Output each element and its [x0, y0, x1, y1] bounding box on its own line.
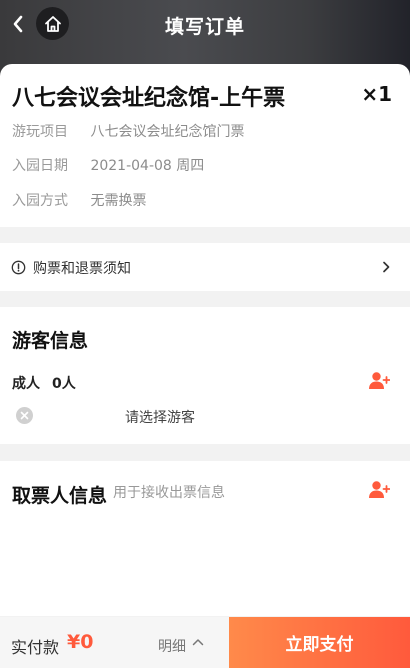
info-label: 入园日期: [12, 158, 68, 174]
picker-subtitle: 用于接收出票信息: [113, 485, 225, 501]
info-value: 八七会议会址纪念馆门票: [90, 124, 245, 140]
ticket-card: 八七会议会址纪念馆-上午票 ×1 游玩项目 八七会议会址纪念馆门票 入园日期 2…: [0, 64, 410, 227]
info-row-project: 游玩项目 八七会议会址纪念馆门票: [12, 121, 244, 141]
info-row-date: 入园日期 2021-04-08 周四: [12, 155, 204, 175]
visitor-info-section: 游客信息 成人 0人 请选择游客: [0, 307, 410, 444]
purchase-refund-notice[interactable]: 购票和退票须知: [0, 243, 410, 291]
ticket-quantity: ×1: [361, 82, 392, 106]
chevron-up-icon[interactable]: [192, 638, 204, 646]
info-value: 无需换票: [90, 193, 147, 209]
ticket-picker-section: 取票人信息 用于接收出票信息: [0, 461, 410, 616]
info-row-entry-method: 入园方式 无需换票: [12, 190, 146, 210]
notice-text: 购票和退票须知: [33, 261, 131, 277]
add-picker-icon[interactable]: [368, 480, 390, 500]
visitor-section-title: 游客信息: [12, 330, 89, 352]
ticket-title: 八七会议会址纪念馆-上午票: [12, 86, 286, 111]
adult-label: 成人: [12, 376, 40, 392]
pay-now-button[interactable]: 立即支付: [229, 617, 410, 668]
info-label: 入园方式: [12, 193, 68, 209]
detail-toggle[interactable]: 明细: [158, 636, 186, 656]
select-visitor-placeholder[interactable]: 请选择游客: [0, 407, 320, 427]
chevron-right-icon: [383, 261, 390, 273]
page-title: 填写订单: [164, 16, 245, 38]
adult-count: 0人: [52, 376, 76, 392]
pay-label: 实付款: [11, 638, 60, 657]
bottom-pay-bar: 实付款 ¥0 明细 立即支付: [0, 617, 410, 668]
pay-amount: ¥0: [67, 631, 94, 653]
info-circle-icon: [11, 260, 26, 275]
picker-section-title: 取票人信息: [12, 485, 108, 507]
add-visitor-icon[interactable]: [368, 371, 390, 391]
info-value: 2021-04-08 周四: [90, 158, 205, 174]
info-label: 游玩项目: [12, 124, 68, 140]
